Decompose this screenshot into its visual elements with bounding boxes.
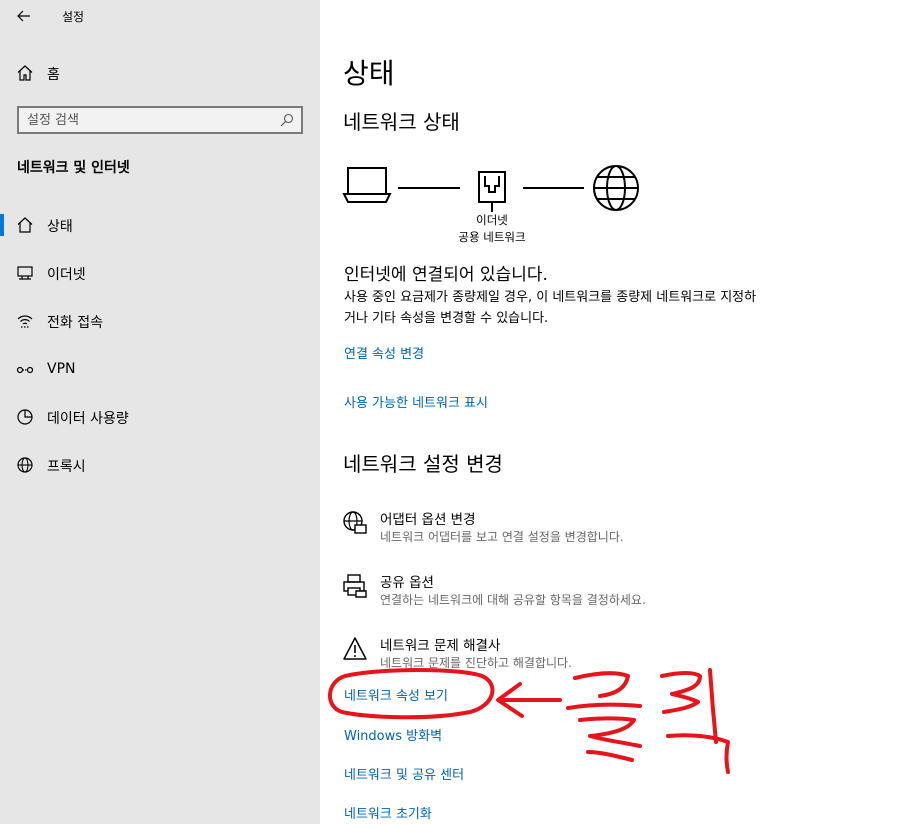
sidebar-item-vpn[interactable]: VPN	[0, 349, 320, 389]
network-troubleshooter-item[interactable]: 네트워크 문제 해결사 네트워크 문제를 진단하고 해결합니다.	[342, 634, 742, 684]
home-icon	[17, 65, 33, 81]
network-diagram-graphic	[342, 165, 639, 212]
sidebar-item-proxy[interactable]: 프록시	[0, 444, 320, 484]
main-content: 상태 네트워크 상태 이더넷 공용 네트워크 인터넷에 연결되어 있습니다. 사	[320, 0, 901, 824]
search-box[interactable]	[17, 106, 303, 134]
sidebar-item-label: 홈	[47, 67, 60, 83]
option-description: 네트워크 문제를 진단하고 해결합니다.	[380, 656, 572, 670]
back-button[interactable]	[10, 4, 38, 28]
sidebar-item-label: 데이터 사용량	[47, 411, 129, 427]
sharing-printer-icon	[343, 574, 367, 598]
network-diagram: 이더넷 공용 네트워크	[340, 160, 660, 250]
network-status-heading: 네트워크 상태	[343, 110, 460, 134]
sidebar-item-data-usage[interactable]: 데이터 사용량	[0, 396, 320, 436]
connection-status-title: 인터넷에 연결되어 있습니다.	[344, 265, 548, 285]
option-description: 네트워크 어댑터를 보고 연결 설정을 변경합니다.	[380, 530, 624, 544]
sidebar-item-ethernet[interactable]: 이더넷	[0, 252, 320, 292]
sidebar-item-status[interactable]: 상태	[0, 204, 320, 244]
adapter-label: 이더넷	[476, 213, 508, 227]
globe-icon	[17, 457, 33, 473]
warning-icon	[343, 637, 367, 660]
sidebar-item-dialup[interactable]: 전화 접속	[0, 300, 320, 340]
data-usage-icon	[17, 409, 33, 425]
option-title: 어댑터 옵션 변경	[380, 512, 476, 528]
sharing-options-item[interactable]: 공유 옵션 연결하는 네트워크에 대해 공유할 항목을 결정하세요.	[342, 571, 742, 621]
ethernet-icon	[17, 266, 33, 280]
show-available-networks-link[interactable]: 사용 가능한 네트워크 표시	[344, 392, 488, 411]
dialup-icon	[17, 315, 33, 328]
selected-indicator	[0, 214, 4, 236]
sidebar-item-label: 프록시	[47, 459, 86, 475]
page-title: 상태	[343, 57, 395, 90]
option-description: 연결하는 네트워크에 대해 공유할 항목을 결정하세요.	[380, 593, 646, 607]
home-network-icon	[17, 217, 33, 233]
laptop-icon	[342, 167, 392, 203]
change-connection-properties-link[interactable]: 연결 속성 변경	[344, 343, 424, 362]
windows-firewall-link[interactable]: Windows 방화벽	[344, 725, 442, 744]
sidebar-section-title: 네트워크 및 인터넷	[17, 160, 130, 176]
search-input[interactable]	[27, 111, 267, 129]
vpn-icon	[16, 366, 34, 374]
app-title: 설정	[62, 10, 85, 24]
adapter-globe-icon	[343, 511, 367, 534]
connection-status-description: 사용 중인 요금제가 종량제일 경우, 이 네트워크를 종량제 네트워크로 지정…	[344, 290, 757, 326]
change-network-settings-heading: 네트워크 설정 변경	[343, 452, 503, 476]
sidebar-item-label: VPN	[47, 361, 76, 377]
view-network-properties-link[interactable]: 네트워크 속성 보기	[344, 685, 448, 704]
ethernet-adapter-icon	[478, 171, 506, 212]
adapter-options-item[interactable]: 어댑터 옵션 변경 네트워크 어댑터를 보고 연결 설정을 변경합니다.	[342, 508, 742, 558]
back-arrow-icon	[17, 10, 30, 22]
option-title: 네트워크 문제 해결사	[380, 638, 501, 654]
internet-globe-icon	[593, 165, 639, 211]
sidebar-item-label: 이더넷	[47, 267, 86, 283]
sidebar-item-label: 전화 접속	[47, 315, 103, 331]
network-type-label: 공용 네트워크	[458, 230, 526, 244]
search-icon[interactable]	[280, 113, 294, 127]
sidebar: 설정 홈 네트워크 및 인터넷 상태 이더넷 전화 접속 VPN 데이터 사용량…	[0, 0, 320, 824]
title-bar: 설정	[0, 0, 320, 32]
sidebar-item-label: 상태	[47, 219, 73, 235]
network-sharing-center-link[interactable]: 네트워크 및 공유 센터	[344, 764, 464, 783]
network-reset-link[interactable]: 네트워크 초기화	[344, 803, 432, 822]
option-title: 공유 옵션	[380, 575, 434, 591]
sidebar-item-home[interactable]: 홈	[0, 54, 320, 90]
